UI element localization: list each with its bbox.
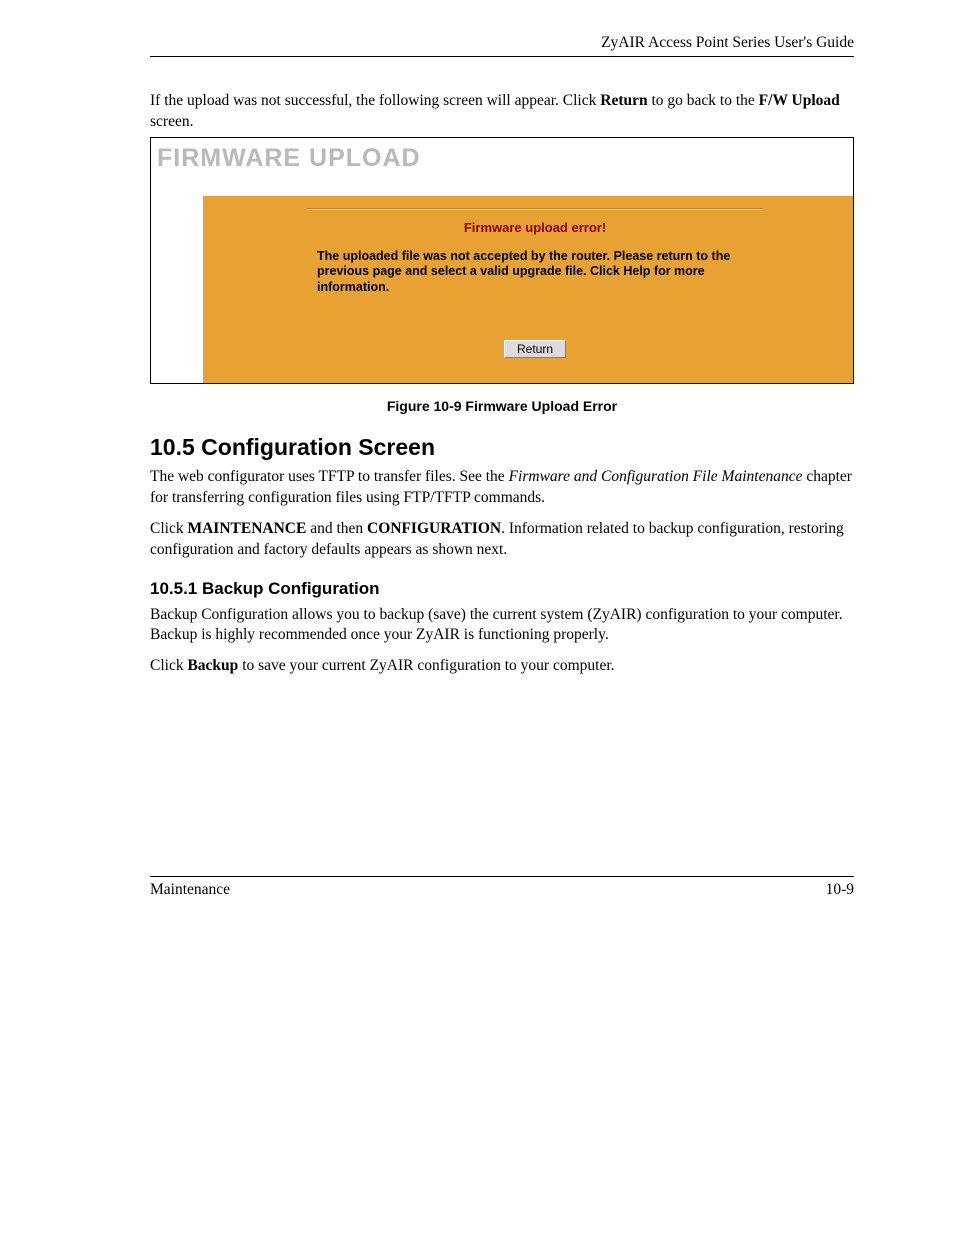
intro-post: screen. [150,113,193,130]
footer-right: 10-9 [826,881,854,899]
error-body: The uploaded file was not accepted by th… [307,249,763,296]
panel-divider [307,208,763,210]
p2-bold: Backup [187,657,238,674]
p2-pre: Click [150,657,187,674]
intro-bold-fwupload: F/W Upload [759,92,840,109]
p2-b1: MAINTENANCE [187,520,306,537]
p2-post: to save your current ZyAIR configuration… [238,657,614,674]
error-panel: Firmware upload error! The uploaded file… [203,196,853,383]
intro-pre: If the upload was not successful, the fo… [150,92,600,109]
footer-left: Maintenance [150,881,230,899]
figure-caption: Figure 10-9 Firmware Upload Error [150,398,854,414]
section-10-5-p2: Click MAINTENANCE and then CONFIGURATION… [150,519,854,561]
p1-italic: Firmware and Configuration File Maintena… [509,468,803,485]
page-header: ZyAIR Access Point Series User's Guide [150,34,854,57]
return-button[interactable]: Return [504,340,566,358]
subsection-heading-10-5-1: 10.5.1 Backup Configuration [150,579,854,599]
p2-b2: CONFIGURATION [367,520,501,537]
p2-pre: Click [150,520,187,537]
section-10-5-p1: The web configurator uses TFTP to transf… [150,467,854,509]
section-heading-10-5: 10.5 Configuration Screen [150,434,854,461]
screenshot-firmware-upload: FIRMWARE UPLOAD Firmware upload error! T… [150,137,854,384]
screenshot-title: FIRMWARE UPLOAD [151,138,853,173]
subsection-p1: Backup Configuration allows you to backu… [150,605,854,647]
intro-mid: to go back to the [648,92,759,109]
subsection-p2: Click Backup to save your current ZyAIR … [150,656,854,677]
error-headline: Firmware upload error! [307,220,763,235]
intro-paragraph: If the upload was not successful, the fo… [150,91,854,133]
page-footer: Maintenance 10-9 [150,876,854,899]
intro-bold-return: Return [600,92,647,109]
p2-mid: and then [306,520,367,537]
p1-pre: The web configurator uses TFTP to transf… [150,468,509,485]
